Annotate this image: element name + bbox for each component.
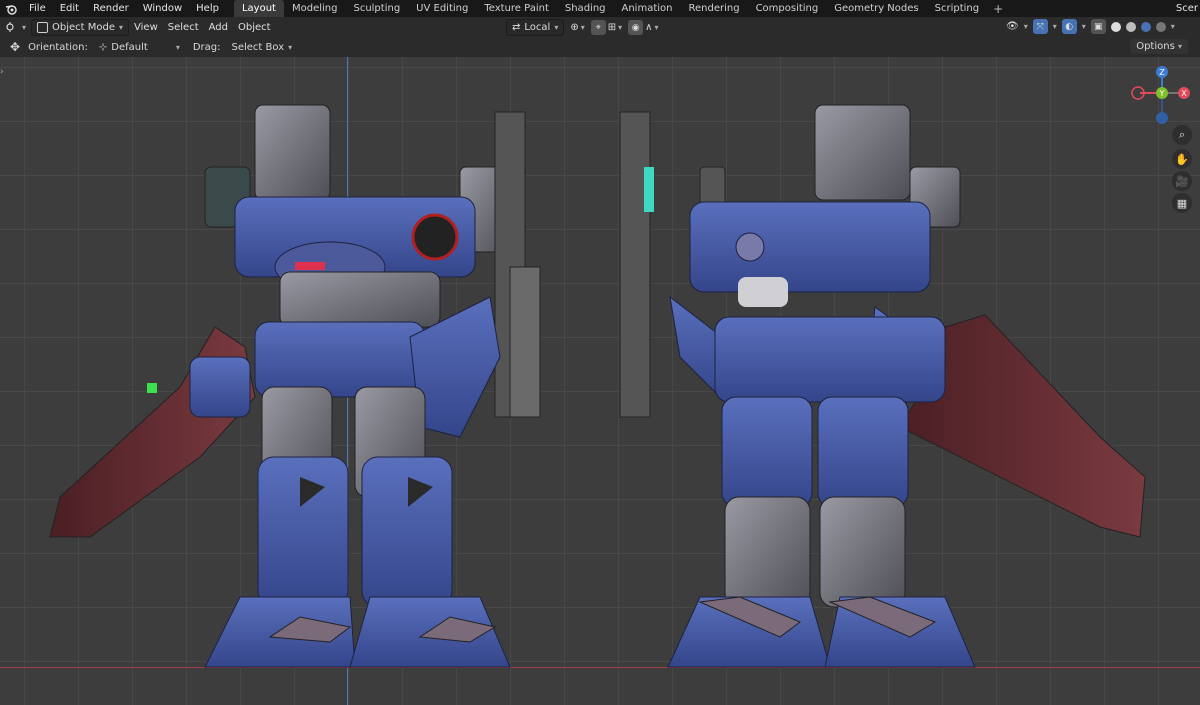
pivot-point-button[interactable]: ⊕ ▾ <box>570 22 584 33</box>
add-workspace-button[interactable]: + <box>987 2 1009 16</box>
solid-shading-icon[interactable] <box>1125 21 1136 32</box>
viewport-header: ▾ Object Mode ▾ View Select Add Object ⇄… <box>0 17 1200 37</box>
chevron-down-icon: ▾ <box>119 22 124 32</box>
gizmo-neg-z-axis[interactable] <box>1156 112 1168 124</box>
top-menu-bar: File Edit Render Window Help Layout Mode… <box>0 0 1200 17</box>
mode-label: Object Mode <box>52 21 116 33</box>
tab-compositing[interactable]: Compositing <box>748 0 827 17</box>
menu-render[interactable]: Render <box>86 0 136 17</box>
chevron-down-icon: ▾ <box>1170 22 1175 31</box>
chevron-down-icon: ▾ <box>1052 22 1057 31</box>
grid-icon[interactable]: ▦ <box>1172 193 1192 213</box>
drag-value: Select Box <box>231 41 285 53</box>
chevron-down-icon: ▾ <box>1023 22 1028 31</box>
chevron-down-icon: ▾ <box>288 42 293 52</box>
material-shading-icon[interactable] <box>1140 21 1151 32</box>
chevron-down-icon: ▾ <box>580 23 585 32</box>
proportional-edit-icon[interactable]: ◉ <box>628 20 644 35</box>
mode-dropdown[interactable]: Object Mode ▾ <box>31 18 130 36</box>
scene-render <box>49 104 1146 668</box>
options-label: Options <box>1136 41 1175 52</box>
chevron-down-icon: ▾ <box>175 42 180 52</box>
menu-edit[interactable]: Edit <box>53 0 86 17</box>
tab-sculpting[interactable]: Sculpting <box>345 0 408 17</box>
snap-toggle-icon[interactable]: ⌖ <box>590 20 606 35</box>
editor-type-icon <box>6 22 14 32</box>
pivot-icon: ⊕ <box>570 22 579 33</box>
chevron-down-icon: ▾ <box>554 23 559 32</box>
transform-orientation-icon: ⊹ <box>98 41 108 53</box>
menu-help[interactable]: Help <box>189 0 226 17</box>
hand-icon[interactable]: ✋ <box>1172 149 1192 169</box>
menu-select[interactable]: Select <box>163 19 204 35</box>
menu-view[interactable]: View <box>129 19 163 35</box>
gizmo-toggle-icon[interactable]: ⤧ <box>1032 19 1048 34</box>
xray-toggle-icon[interactable]: ▣ <box>1090 19 1106 34</box>
mech-back-view[interactable] <box>619 104 1146 668</box>
overlay-toggle-icon[interactable]: ◐ <box>1061 19 1077 34</box>
drag-dropdown[interactable]: Select Box ▾ <box>227 40 298 55</box>
tab-shading[interactable]: Shading <box>557 0 614 17</box>
zoom-icon[interactable]: ⌕ <box>1172 125 1192 145</box>
mech-front-view[interactable] <box>49 104 541 668</box>
tab-texture-paint[interactable]: Texture Paint <box>476 0 557 17</box>
gizmo-y-label: Y <box>1159 89 1165 98</box>
chevron-down-icon: ▾ <box>618 23 623 32</box>
menu-object[interactable]: Object <box>233 19 276 35</box>
wireframe-shading-icon[interactable] <box>1110 21 1121 32</box>
tab-scripting[interactable]: Scripting <box>927 0 987 17</box>
tab-rendering[interactable]: Rendering <box>680 0 747 17</box>
chevron-down-icon: ▾ <box>654 23 659 32</box>
move-tool-icon[interactable]: ✥ <box>10 40 20 54</box>
3d-viewport[interactable]: › Z Y X ⌕ ✋ 🎥 ▦ <box>0 57 1200 705</box>
orientation-dropdown[interactable]: ⊹ Default ▾ <box>94 40 185 55</box>
chevron-down-icon: ▾ <box>1081 22 1086 31</box>
blender-logo-icon[interactable] <box>0 0 22 17</box>
menu-window[interactable]: Window <box>136 0 189 17</box>
snap-group: ⌖ ⊞ ▾ <box>590 20 623 35</box>
snap-target-icon[interactable]: ⊞ <box>608 22 616 33</box>
options-dropdown[interactable]: Options ▾ <box>1130 39 1188 54</box>
tab-geometry-nodes[interactable]: Geometry Nodes <box>826 0 926 17</box>
proportional-group: ◉ ∧ ▾ <box>628 20 658 35</box>
gizmo-x-label: X <box>1181 89 1187 98</box>
camera-icon[interactable]: 🎥 <box>1172 171 1192 191</box>
orientation-value: Default <box>111 41 148 53</box>
orientation-local-icon: ⇄ <box>512 22 521 33</box>
object-mode-icon <box>37 21 49 33</box>
chevron-down-icon: ▾ <box>22 22 27 32</box>
pivot-dropdown[interactable]: ⇄ Local ▾ <box>506 19 565 36</box>
tab-uv-editing[interactable]: UV Editing <box>408 0 476 17</box>
navigation-gizmo[interactable]: Z Y X ⌕ ✋ 🎥 ▦ <box>1120 57 1200 213</box>
falloff-icon[interactable]: ∧ <box>645 22 652 33</box>
tab-layout[interactable]: Layout <box>233 0 284 17</box>
pivot-label: Local <box>524 22 551 33</box>
visibility-icon[interactable]: 👁 <box>1006 21 1019 32</box>
editor-type-button[interactable]: ▾ <box>0 19 31 35</box>
chevron-down-icon: ▾ <box>1177 42 1182 51</box>
tool-settings-bar: ✥ Orientation: ⊹ Default ▾ Drag: Select … <box>0 37 1200 57</box>
drag-label: Drag: <box>192 41 221 53</box>
orientation-label: Orientation: <box>28 41 88 53</box>
menu-file[interactable]: File <box>22 0 53 17</box>
tab-animation[interactable]: Animation <box>614 0 681 17</box>
tab-modeling[interactable]: Modeling <box>284 0 346 17</box>
scene-selector[interactable]: Scer <box>1176 0 1200 17</box>
gizmo-z-label: Z <box>1159 68 1165 77</box>
rendered-shading-icon[interactable] <box>1155 21 1166 32</box>
menu-add[interactable]: Add <box>204 19 233 35</box>
